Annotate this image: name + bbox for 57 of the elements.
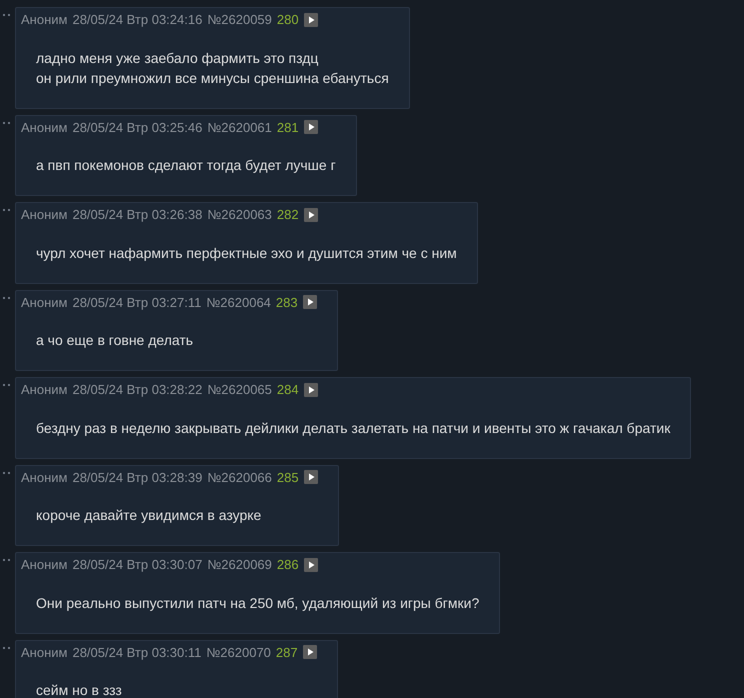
post-date: 28/05/24 Втр 03:30:11	[72, 644, 202, 662]
play-icon[interactable]	[302, 295, 317, 310]
post-author: Аноним	[21, 468, 68, 486]
post-text: он рили преумножил все минусы среншина ебануться	[36, 68, 389, 88]
post-date: 28/05/24 Втр 03:28:22	[72, 381, 202, 399]
post-date: 28/05/24 Втр 03:27:11	[72, 294, 202, 312]
drag-handle-icon[interactable]	[3, 559, 11, 562]
post-text: сейм но в ззз	[36, 681, 122, 698]
post-date: 28/05/24 Втр 03:25:46	[72, 118, 202, 137]
post-author: Аноним	[21, 381, 68, 399]
post-date: 28/05/24 Втр 03:26:38	[72, 206, 202, 224]
reply-index: 285	[276, 468, 299, 486]
play-icon[interactable]	[302, 645, 317, 660]
reply-index: 284	[276, 381, 299, 399]
post-number[interactable]: №2620070	[206, 642, 271, 662]
play-icon[interactable]	[304, 12, 318, 27]
post-author: Аноним	[21, 11, 68, 29]
post-author: Аноним	[21, 294, 68, 312]
post-date: 28/05/24 Втр 03:30:07	[72, 556, 202, 574]
drag-handle-icon[interactable]	[3, 646, 11, 650]
drag-handle-icon[interactable]	[3, 472, 11, 474]
post-text: ладно меня уже заебало фармить это пздц	[36, 48, 318, 68]
post-number[interactable]: №2620066	[207, 468, 272, 487]
drag-handle-icon[interactable]	[3, 296, 11, 300]
reply-index: 286	[276, 556, 299, 574]
post-number[interactable]: №2620063	[207, 205, 272, 224]
post-text: Они реально выпустили патч на 250 мб, удаляющий из игры бгмки?	[36, 594, 480, 612]
post-text: а чо еще в говне делать	[36, 331, 194, 350]
post-text: чурл хочет нафармить перфектные эхо и душится этим че с ним	[36, 244, 457, 262]
reply-index: 281	[276, 118, 299, 136]
post-number[interactable]: №2620069	[207, 555, 272, 574]
reply-index: 282	[276, 206, 299, 224]
drag-handle-icon[interactable]	[3, 14, 11, 17]
post-author: Аноним	[21, 556, 68, 574]
drag-handle-icon[interactable]	[3, 384, 11, 387]
post-text: короче давайте увидимся в азурке	[36, 506, 262, 525]
post-author: Аноним	[21, 206, 68, 224]
post-text: бездну раз в неделю закрывать дейлики делать залетать на патчи и ивенты это ж гачакал братик	[36, 418, 670, 438]
post-number[interactable]: №2620061	[207, 118, 272, 137]
reply-index: 287	[276, 644, 298, 662]
post-date: 28/05/24 Втр 03:24:16	[72, 11, 202, 29]
post-author: Аноним	[21, 118, 68, 136]
post-number[interactable]: №2620064	[206, 292, 271, 312]
reply-index: 283	[276, 294, 298, 312]
post-text: а пвп покемонов сделают тогда будет лучше г	[36, 156, 336, 175]
play-icon[interactable]	[304, 120, 318, 134]
post-number[interactable]: №2620059	[207, 10, 272, 30]
play-icon[interactable]	[304, 558, 318, 572]
post-date: 28/05/24 Втр 03:28:39	[72, 468, 202, 487]
drag-handle-icon[interactable]	[3, 209, 11, 212]
reply-index: 280	[276, 11, 299, 29]
play-icon[interactable]	[304, 470, 318, 484]
play-icon[interactable]	[304, 382, 318, 397]
play-icon[interactable]	[304, 208, 318, 222]
post-author: Аноним	[21, 644, 68, 662]
post-number[interactable]: №2620065	[207, 380, 272, 400]
drag-handle-icon[interactable]	[3, 122, 11, 124]
